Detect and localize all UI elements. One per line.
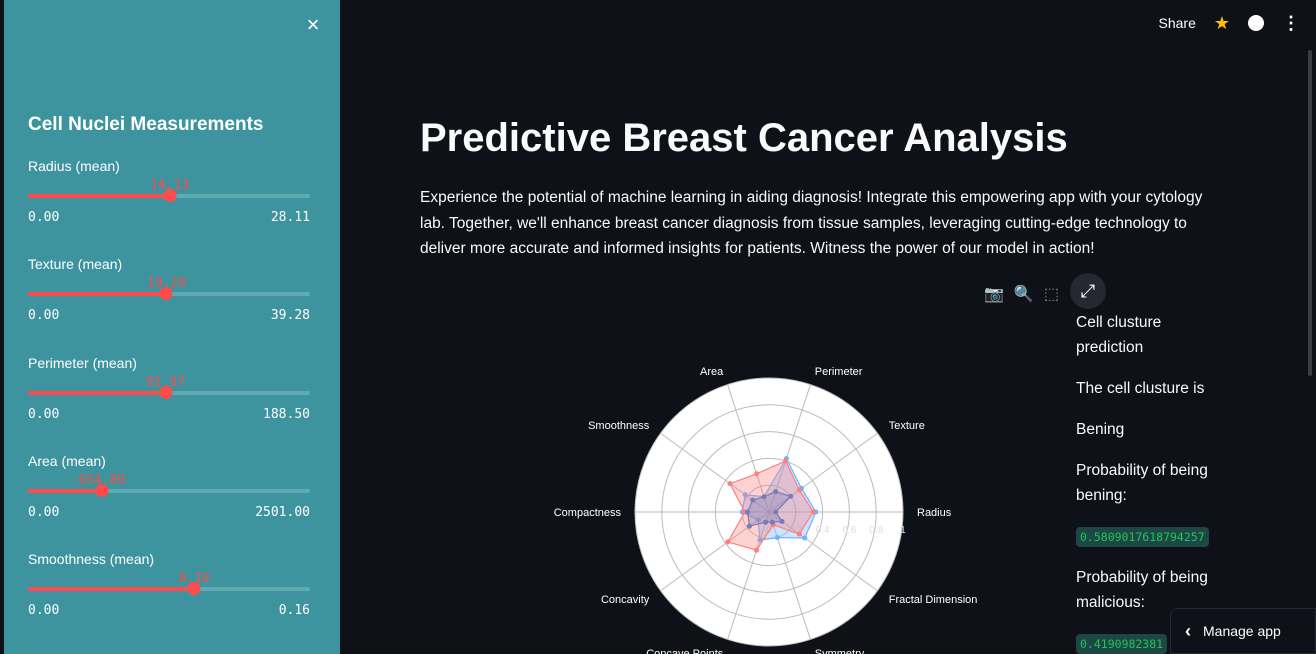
axis-label: Perimeter (815, 366, 863, 378)
axis-label: Smoothness (588, 420, 650, 432)
slider-smoothness[interactable]: Smoothness (mean) 0.10 0.00 0.16 (28, 551, 310, 641)
slider-max: 0.16 (278, 603, 310, 618)
slider-max: 188.50 (263, 407, 310, 422)
radial-tick-label: 0.4 (816, 525, 830, 536)
result-value: Bening (1076, 421, 1125, 438)
axis-label: Compactness (554, 507, 622, 519)
radar-point (788, 493, 794, 499)
slider-min: 0.00 (28, 603, 60, 618)
slider-thumb[interactable] (159, 287, 173, 300)
close-icon[interactable]: × (302, 14, 324, 36)
result-label: The cell clusture is (1076, 380, 1205, 397)
page-title: Predictive Breast Cancer Analysis (420, 116, 1068, 160)
slider-label: Smoothness (mean) (28, 551, 155, 567)
radar-point (746, 523, 752, 529)
slider-label: Texture (mean) (28, 256, 123, 272)
radar-point (783, 458, 789, 464)
slider-fill (28, 489, 102, 493)
intro-text: Experience the potential of machine lear… (420, 189, 1203, 257)
radar-point (796, 531, 802, 537)
star-icon[interactable]: ★ (1214, 13, 1230, 34)
radar-point (769, 519, 775, 525)
prob-malicious-value: 0.4190982381 (1076, 634, 1168, 654)
slider-track[interactable] (28, 484, 310, 497)
radar-point (802, 535, 808, 541)
slider-min: 0.00 (28, 407, 60, 422)
slider-perimeter[interactable]: Perimeter (mean) 91.97 0.00 188.50 (28, 355, 310, 445)
axis-label: Concave Points (646, 648, 724, 654)
slider-fill (28, 391, 166, 395)
slider-label: Area (mean) (28, 453, 106, 469)
menu-icon[interactable]: ⋮ (1282, 13, 1300, 34)
radial-tick-label: 0.8 (869, 525, 883, 536)
slider-thumb[interactable] (95, 484, 109, 497)
slider-track[interactable] (28, 386, 310, 399)
slider-max: 28.11 (270, 210, 310, 225)
axis-label: Concavity (601, 594, 650, 606)
slider-fill (28, 292, 167, 296)
chevron-left-icon: ‹ (1185, 620, 1191, 641)
slider-min: 0.00 (28, 505, 60, 520)
expand-icon[interactable]: ⤢ (1070, 273, 1106, 309)
sidebar-title: Cell Nuclei Measurements (28, 114, 264, 135)
radar-point (750, 497, 756, 503)
radar-point (745, 509, 751, 515)
slider-track[interactable] (28, 189, 310, 202)
prob-benign-label: Probability of being bening: (1076, 462, 1208, 504)
prediction-heading: Cell clusture prediction (1076, 314, 1162, 356)
radar-point (725, 539, 731, 545)
github-icon[interactable] (1248, 15, 1264, 31)
slider-thumb[interactable] (163, 189, 177, 202)
sidebar: × Cell Nuclei Measurements Radius (mean)… (4, 0, 340, 654)
radar-point (754, 471, 760, 477)
radar-point (761, 494, 767, 500)
slider-label: Radius (mean) (28, 158, 120, 174)
radar-point (774, 534, 780, 540)
radar-point (727, 481, 733, 487)
scrollbar[interactable] (1308, 50, 1312, 376)
radar-point (763, 519, 769, 525)
axis-label: Texture (889, 420, 925, 432)
axis-label: Fractal Dimension (889, 594, 978, 606)
slider-label: Perimeter (mean) (28, 355, 137, 371)
axis-label: Symmetry (815, 648, 865, 654)
slider-radius[interactable]: Radius (mean) 14.13 0.00 28.11 (28, 158, 310, 248)
manage-app-button[interactable]: ‹ Manage app (1170, 608, 1316, 654)
slider-fill (28, 587, 195, 591)
prediction-panel: Cell clusture prediction The cell clustu… (1076, 310, 1226, 654)
slider-max: 2501.00 (255, 505, 310, 520)
radial-tick-label: 1 (900, 525, 906, 536)
radar-point (773, 509, 779, 515)
radial-tick-label: 0.6 (842, 525, 856, 536)
radar-point (796, 487, 802, 493)
manage-app-label: Manage app (1203, 623, 1281, 639)
radar-chart: Radius Texture Perimeter Area Smoothness Comp… (554, 366, 978, 654)
slider-fill (28, 194, 170, 198)
radar-point (810, 509, 816, 515)
slider-area[interactable]: Area (mean) 654.89 0.00 2501.00 (28, 453, 310, 543)
share-button[interactable]: Share (1159, 15, 1196, 31)
slider-thumb[interactable] (187, 582, 201, 595)
slider-texture[interactable]: Texture (mean) 19.29 0.00 39.28 (28, 256, 310, 346)
slider-thumb[interactable] (159, 386, 173, 399)
slider-min: 0.00 (28, 308, 60, 323)
radar-point (779, 518, 785, 524)
radar-point (773, 489, 779, 495)
axis-label: Area (700, 366, 724, 378)
slider-min: 0.00 (28, 210, 60, 225)
slider-track[interactable] (28, 287, 310, 300)
radar-point (754, 547, 760, 553)
slider-max: 39.28 (270, 308, 310, 323)
axis-label: Radius (917, 507, 952, 519)
top-toolbar: Share ★ ⋮ (1159, 0, 1316, 46)
prob-benign-value: 0.5809017618794257 (1076, 527, 1209, 547)
slider-track[interactable] (28, 582, 310, 595)
